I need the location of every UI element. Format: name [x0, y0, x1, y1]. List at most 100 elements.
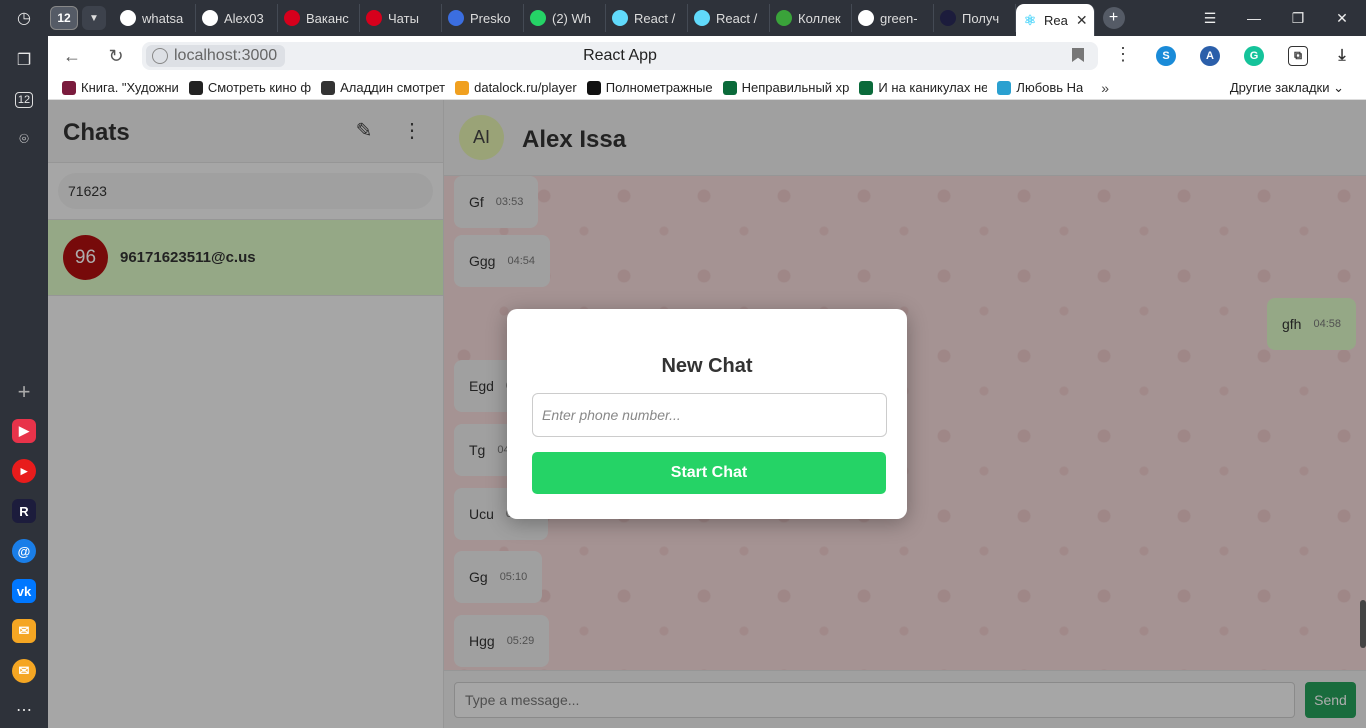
tab-label: whatsa: [142, 10, 184, 26]
github-icon: [202, 10, 218, 26]
r-app-icon[interactable]: R: [12, 499, 36, 523]
bookmark-favicon-icon: [188, 80, 203, 95]
bookmark-favicon-icon: [455, 80, 470, 95]
github-icon: [120, 10, 136, 26]
tab-active[interactable]: ⚛ Rea ✕: [1016, 4, 1095, 36]
collections-icon[interactable]: ❐: [10, 46, 38, 74]
bookmark-icon[interactable]: [1072, 48, 1084, 62]
start-chat-button[interactable]: Start Chat: [532, 452, 886, 494]
grammarly-icon[interactable]: G: [1244, 46, 1264, 66]
tab-8[interactable]: Коллек: [770, 4, 852, 32]
browser-side-rail: ◷ ❐ 12 ⌾ + ▶ ▸ R @ vk ✉ ✉ ⋯: [0, 0, 48, 728]
tab-label: Коллек: [798, 10, 841, 26]
tab-count-button[interactable]: 12: [50, 6, 78, 30]
new-tab-button[interactable]: +: [1102, 7, 1125, 29]
add-panel-icon[interactable]: +: [10, 378, 38, 406]
tab-3[interactable]: Чаты: [360, 4, 442, 32]
back-icon[interactable]: ←: [56, 40, 88, 72]
bookmark-list: Книга. "Художни Смотреть кино ф Аладдин см…: [62, 80, 1093, 95]
close-window-icon[interactable]: ✕: [1320, 0, 1364, 36]
tab-6[interactable]: React /: [606, 4, 688, 32]
music-app-icon[interactable]: ▸: [12, 459, 36, 483]
hh-icon: [366, 10, 382, 26]
react-icon: [612, 10, 628, 26]
bookmarks-more-button[interactable]: »: [1101, 80, 1109, 96]
reload-icon[interactable]: ↻: [100, 40, 132, 72]
tab-label: green-: [880, 10, 918, 26]
scrollbar-thumb[interactable]: [1360, 600, 1366, 648]
tab-7[interactable]: React /: [688, 4, 770, 32]
menu-icon[interactable]: ☰: [1188, 0, 1232, 36]
tab-label: Presko: [470, 10, 511, 26]
history-icon[interactable]: ◷: [10, 4, 38, 32]
new-chat-modal: New Chat Start Chat: [507, 309, 907, 519]
bookmark-favicon-icon: [586, 80, 601, 95]
bookmark-label: datalock.ru/player: [474, 80, 577, 95]
tab-label: Rea: [1044, 12, 1068, 28]
video-app-icon[interactable]: ▶: [12, 419, 36, 443]
bookmark-0[interactable]: Книга. "Художни: [62, 80, 179, 95]
tab-label: Получ: [962, 10, 1000, 26]
vk-icon[interactable]: vk: [12, 579, 36, 603]
mail-envelope-icon[interactable]: ✉: [12, 619, 36, 643]
tab-label: Ваканс: [306, 10, 349, 26]
bookmark-1[interactable]: Смотреть кино ф: [188, 80, 311, 95]
url-chip[interactable]: localhost:3000: [146, 45, 286, 67]
phone-number-input[interactable]: [532, 393, 887, 437]
page-title: React App: [583, 47, 657, 64]
tab-1[interactable]: Alex03: [196, 4, 278, 32]
bookmark-label: Любовь На: [1016, 80, 1084, 95]
other-bookmarks-label: Другие закладки: [1229, 79, 1330, 95]
mail-at-icon[interactable]: @: [12, 539, 36, 563]
url-field[interactable]: localhost:3000 React App: [142, 42, 1098, 70]
bookmark-label: Неправильный хр: [741, 80, 850, 95]
bookmark-5[interactable]: Неправильный хр: [722, 80, 850, 95]
tab-10[interactable]: Получ: [934, 4, 1016, 32]
tab-label: Чаты: [388, 10, 419, 26]
url-text: localhost:3000: [174, 47, 278, 64]
bookmark-label: Книга. "Художни: [81, 80, 179, 95]
screenshot-icon[interactable]: ⌾: [10, 126, 38, 154]
extension-a-icon[interactable]: A: [1200, 46, 1220, 66]
bookmark-3[interactable]: datalock.ru/player: [455, 80, 577, 95]
restore-icon[interactable]: ❐: [1276, 0, 1320, 36]
modal-title: New Chat: [661, 355, 753, 377]
bookmark-4[interactable]: Полнометражные: [586, 80, 713, 95]
presko-icon: [448, 10, 464, 26]
close-icon[interactable]: ✕: [1076, 12, 1088, 29]
download-icon[interactable]: ⤓: [1332, 46, 1352, 66]
extensions-icon[interactable]: ⧉: [1288, 46, 1308, 66]
tab-label: Alex03: [224, 10, 264, 26]
bookmark-favicon-icon: [722, 80, 737, 95]
react-icon: ⚛: [1022, 11, 1038, 28]
shazam-icon[interactable]: S: [1156, 46, 1176, 66]
tab-label: React /: [716, 10, 758, 26]
react-icon: [694, 10, 710, 26]
tab-5[interactable]: (2) Wh: [524, 4, 606, 32]
tab-2[interactable]: Ваканс: [278, 4, 360, 32]
bookmark-favicon-icon: [321, 80, 336, 95]
bookmarks-bar: Книга. "Художни Смотреть кино ф Аладдин см…: [48, 76, 1366, 100]
other-bookmarks-button[interactable]: Другие закладки ⌄: [1230, 80, 1344, 96]
tab-9[interactable]: green-: [852, 4, 934, 32]
bookmark-7[interactable]: Любовь На: [997, 80, 1083, 95]
tab-strip: 12 ▼ whatsa Alex03 Ваканс Чаты Presko (2) Wh R…: [48, 0, 1366, 36]
tab-4[interactable]: Presko: [442, 4, 524, 32]
tab-0[interactable]: whatsa: [114, 4, 196, 32]
bookmark-6[interactable]: И на каникулах не: [859, 80, 987, 95]
minimize-icon[interactable]: —: [1232, 0, 1276, 36]
kebab-menu-icon[interactable]: ⋮: [1114, 44, 1132, 65]
globe-icon: [152, 48, 168, 64]
g-icon: [776, 10, 792, 26]
more-dots-icon[interactable]: ⋯: [10, 696, 38, 724]
tab-list: whatsa Alex03 Ваканс Чаты Presko (2) Wh React …: [114, 4, 1016, 32]
yandex-mail-icon[interactable]: ✉: [12, 659, 36, 683]
tab-count-icon[interactable]: 12: [10, 86, 38, 114]
bookmark-2[interactable]: Аладдин смотрет: [321, 80, 445, 95]
chevron-down-icon[interactable]: ▼: [82, 6, 106, 30]
hh-icon: [284, 10, 300, 26]
bookmark-favicon-icon: [997, 80, 1012, 95]
tab-label: React /: [634, 10, 676, 26]
bookmark-favicon-icon: [859, 80, 874, 95]
github-icon: [858, 10, 874, 26]
